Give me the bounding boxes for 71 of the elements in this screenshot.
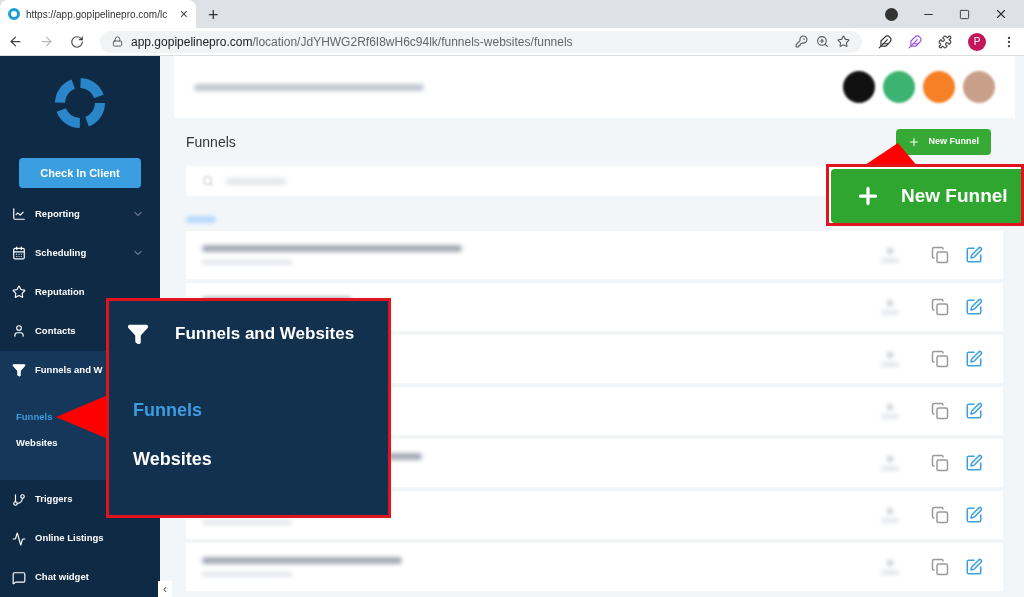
dropdown-icon[interactable] (885, 7, 898, 21)
edit-icon[interactable] (965, 350, 983, 368)
extensions-icon[interactable] (938, 34, 952, 49)
sidebar-item[interactable]: Triggers (0, 480, 160, 519)
back-icon[interactable] (8, 34, 23, 49)
close-icon[interactable] (994, 7, 1008, 21)
blurred-text (887, 247, 893, 254)
page-title: Funnels (186, 132, 236, 152)
pulse-icon (12, 531, 26, 546)
tab-title: https://app.gopipelinepro.com/lc (26, 7, 169, 22)
callout-title: Funnels and Websites (175, 323, 355, 345)
blurred-text (887, 299, 893, 306)
callout-menu-item[interactable]: Websites (133, 445, 370, 473)
chart-icon (12, 207, 26, 221)
sidebar-item[interactable]: Scheduling (0, 233, 160, 273)
edit-icon[interactable] (965, 246, 983, 264)
funnel-icon (12, 363, 26, 377)
copy-icon[interactable] (931, 506, 949, 524)
callout-menu-item[interactable]: Funnels (133, 396, 370, 424)
restore-icon[interactable] (959, 8, 970, 20)
url-text: app.gopipelinepro.com/location/JdYHWG2Rf6I8wH6c94lk/funnels-websites/funnels (131, 33, 573, 51)
sidebar-subitem[interactable]: Funnels (16, 409, 53, 424)
profile-avatar[interactable]: P (968, 32, 986, 51)
funnel-icon (127, 322, 149, 345)
sidebar-item[interactable]: Reporting (0, 194, 160, 234)
zoom-icon[interactable] (816, 35, 829, 48)
copy-icon[interactable] (931, 558, 949, 576)
calendar-icon (12, 246, 26, 260)
sidebar-item[interactable]: Chat widget (0, 558, 160, 597)
key-icon[interactable] (795, 35, 808, 48)
plus-icon (908, 136, 921, 148)
blurred-text (887, 403, 893, 410)
copy-icon[interactable] (931, 454, 949, 472)
collapse-button[interactable]: ‹ (158, 581, 172, 597)
branch-icon (12, 492, 26, 507)
reload-icon[interactable] (70, 34, 84, 49)
callout-arrow (56, 395, 108, 439)
person-icon (12, 324, 26, 338)
edit-icon[interactable] (965, 506, 983, 524)
address-bar[interactable]: app.gopipelinepro.com/location/JdYHWG2Rf6I8wH6c94lk/funnels-websites/funnels (100, 30, 862, 53)
blurred-text (887, 351, 893, 358)
blurred-text (887, 559, 893, 566)
sidebar-item[interactable]: Reputation (0, 272, 160, 312)
tab-close-button[interactable]: × (179, 7, 188, 21)
lock-icon (112, 36, 123, 47)
chat-icon (12, 570, 26, 585)
forward-icon[interactable] (39, 34, 54, 49)
sidebar-subitem[interactable]: Websites (16, 435, 58, 450)
bookmark-star-icon[interactable] (837, 35, 850, 48)
star-icon (12, 285, 26, 299)
edit-icon[interactable] (965, 402, 983, 420)
app-favicon-icon (8, 8, 20, 20)
blurred-text (887, 455, 893, 462)
browser-tab[interactable]: https://app.gopipelinepro.com/lc × (0, 0, 196, 28)
new-tab-button[interactable]: + (208, 6, 219, 24)
edit-icon[interactable] (965, 298, 983, 316)
copy-icon[interactable] (931, 350, 949, 368)
sidebar-item[interactable]: Funnels and W (0, 350, 160, 390)
sidebar-item[interactable]: Online Listings (0, 519, 160, 558)
edit-icon[interactable] (965, 454, 983, 472)
copy-icon[interactable] (931, 298, 949, 316)
copy-icon[interactable] (931, 246, 949, 264)
circular-arrows-logo (53, 76, 107, 130)
blurred-text (186, 216, 216, 223)
copy-icon[interactable] (931, 402, 949, 420)
round-button[interactable] (843, 71, 875, 103)
feather-icon[interactable] (878, 34, 892, 49)
search-icon (202, 175, 214, 187)
sidebar-item[interactable]: Contacts (0, 311, 160, 351)
blurred-text (887, 507, 893, 514)
edit-icon[interactable] (965, 558, 983, 576)
